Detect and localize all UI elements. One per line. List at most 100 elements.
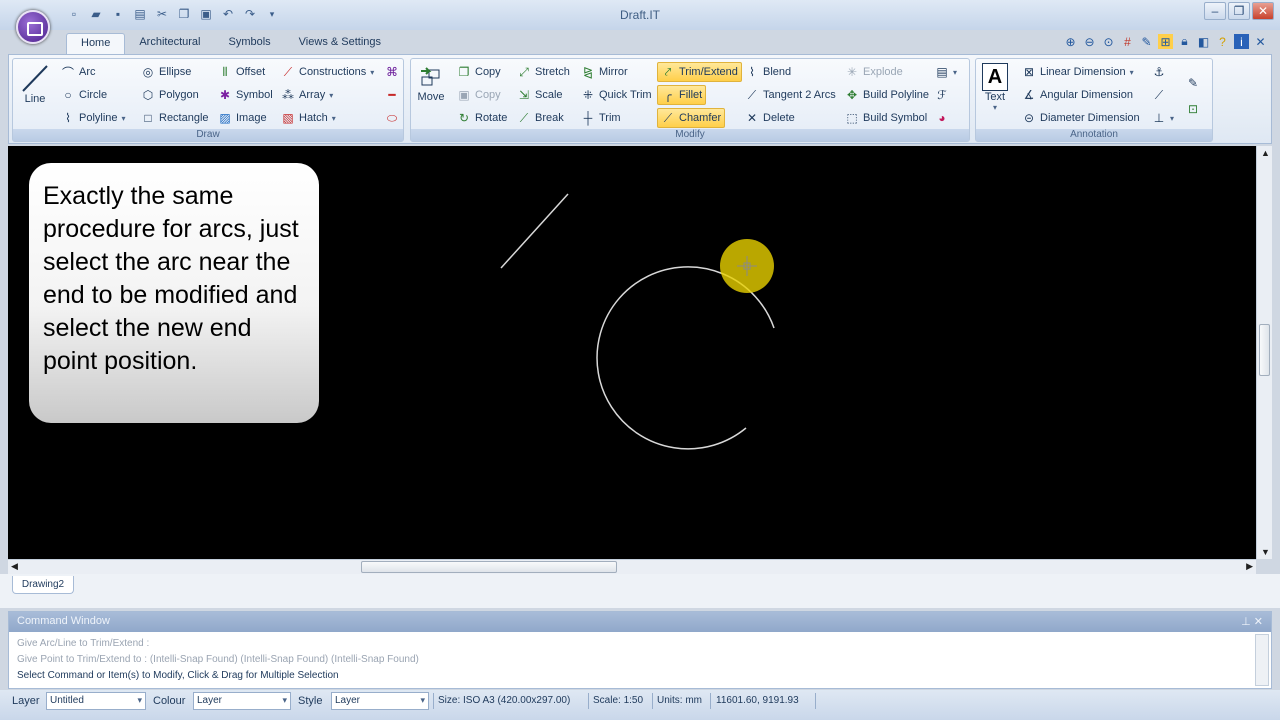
array-button[interactable]: ⁂ Array ▾: [281, 85, 333, 105]
leader-button[interactable]: ⟋: [1152, 85, 1166, 105]
stretch-button[interactable]: ⤢ Stretch: [517, 62, 570, 82]
style-label: Style: [298, 695, 323, 707]
application-menu-button[interactable]: [16, 10, 50, 44]
fillet-button[interactable]: ╭ Fillet: [657, 85, 707, 105]
anchor-button[interactable]: ⚓︎: [1152, 62, 1166, 82]
polygon-button[interactable]: ⬡ Polygon: [141, 85, 199, 105]
mirror-button[interactable]: ⧎ Mirror: [581, 62, 628, 82]
offset-button[interactable]: ⫴ Offset: [218, 62, 265, 82]
diameter-dimension-icon: ⊝: [1023, 111, 1035, 125]
copy-button[interactable]: ❐ Copy: [457, 62, 501, 82]
scale-button[interactable]: ⇲ Scale: [517, 85, 563, 105]
properties-button[interactable]: ▤ ▾: [935, 62, 957, 82]
fillet-icon: ╭: [664, 88, 672, 102]
trim-button[interactable]: ┼ Trim: [581, 108, 621, 128]
angular-dimension-button[interactable]: ∡ Angular Dimension: [1022, 85, 1133, 105]
lock-icon[interactable]: 🔒︎: [1177, 34, 1192, 49]
tab-home[interactable]: Home: [66, 33, 126, 55]
trim-extend-button[interactable]: ⤤ Trim/Extend: [657, 62, 742, 82]
move-button[interactable]: Move: [417, 65, 445, 103]
tutorial-callout: Exactly the same procedure for arcs, jus…: [29, 163, 319, 423]
pin-icon[interactable]: ⊥ ✕: [1241, 615, 1263, 628]
text-button[interactable]: A Text ▾: [982, 63, 1008, 112]
blend-button[interactable]: ⌇ Blend: [745, 62, 791, 82]
horizontal-scroll-thumb[interactable]: [361, 561, 617, 573]
centre-line-button[interactable]: ━: [385, 85, 399, 105]
horizontal-scrollbar[interactable]: ◀ ▶: [8, 559, 1256, 574]
style-select[interactable]: Layer: [331, 692, 429, 710]
diameter-dimension-button[interactable]: ⊝ Diameter Dimension: [1022, 108, 1140, 128]
scroll-down-arrow-icon[interactable]: ▼: [1261, 547, 1270, 557]
angular-dimension-label: Angular Dimension: [1040, 89, 1133, 101]
tangent-2-arcs-button[interactable]: ⟋ Tangent 2 Arcs: [745, 85, 836, 105]
drawn-arc[interactable]: [596, 266, 775, 450]
tab-views-settings[interactable]: Views & Settings: [285, 33, 395, 55]
ortho-icon[interactable]: ⊞: [1158, 34, 1173, 49]
circle-button[interactable]: ○ Circle: [61, 85, 107, 105]
symbol-button[interactable]: ✱ Symbol: [218, 85, 273, 105]
match-properties-icon: ℱ: [937, 88, 947, 102]
scroll-left-arrow-icon[interactable]: ◀: [11, 561, 18, 572]
snap-icon[interactable]: ✎: [1139, 34, 1154, 49]
revision-cloud-button[interactable]: ⬭: [385, 108, 399, 128]
build-symbol-button[interactable]: ⬚ Build Symbol: [845, 108, 927, 128]
vertical-scrollbar[interactable]: ▲ ▼: [1256, 146, 1272, 559]
image-button[interactable]: ▨ Image: [218, 108, 266, 128]
line-label: Line: [24, 93, 46, 105]
grid-icon[interactable]: #: [1120, 34, 1135, 49]
match-properties-button[interactable]: ℱ: [935, 85, 949, 105]
dropdown-arrow-icon: ▾: [953, 67, 958, 77]
tab-symbols[interactable]: Symbols: [214, 33, 284, 55]
linear-dimension-button[interactable]: ⊠ Linear Dimension ▾: [1022, 62, 1134, 82]
pen-button[interactable]: ✎: [1186, 73, 1200, 93]
insert-button[interactable]: ⊡: [1186, 99, 1200, 119]
copy-disabled-button[interactable]: ▣ Copy: [457, 85, 500, 105]
stretch-icon: ⤢: [519, 64, 529, 79]
window-title: Draft.IT: [619, 8, 660, 22]
build-polyline-button[interactable]: ✥ Build Polyline: [845, 85, 929, 105]
command-scrollbar[interactable]: [1255, 634, 1269, 686]
info-icon[interactable]: i: [1234, 34, 1249, 49]
dropdown-arrow-icon: ▾: [121, 113, 126, 123]
drawn-line[interactable]: [500, 193, 569, 269]
ellipse-button[interactable]: ◎ Ellipse: [141, 62, 192, 82]
tab-architectural[interactable]: Architectural: [125, 33, 214, 55]
scroll-right-arrow-icon[interactable]: ▶: [1246, 561, 1253, 572]
zoom-out-icon[interactable]: ⊖: [1082, 34, 1097, 49]
layers-icon[interactable]: ◧: [1196, 34, 1211, 49]
trim-extend-label: Trim/Extend: [679, 66, 738, 78]
constructions-button[interactable]: ⟋ Constructions ▾: [281, 62, 374, 82]
colour-button[interactable]: ◕: [935, 108, 949, 128]
explode-button[interactable]: ✳ Explode: [845, 62, 903, 82]
colour-select[interactable]: Layer: [193, 692, 291, 710]
tab-drawing2[interactable]: Drawing2: [12, 576, 74, 594]
close-button[interactable]: ✕: [1252, 2, 1274, 20]
maximize-button[interactable]: ❐: [1228, 2, 1250, 20]
polyline-button[interactable]: ⌇ Polyline ▾: [61, 108, 126, 128]
dropdown-arrow-icon: ▾: [370, 67, 375, 77]
command-prompt[interactable]: Select Command or Item(s) to Modify, Cli…: [17, 668, 1263, 684]
help-icon[interactable]: ?: [1215, 34, 1230, 49]
delete-button[interactable]: ✕ Delete: [745, 108, 795, 128]
minimize-button[interactable]: –: [1204, 2, 1226, 20]
ellipse-label: Ellipse: [159, 66, 192, 78]
scroll-up-arrow-icon[interactable]: ▲: [1261, 148, 1270, 158]
break-button[interactable]: ⟋ Break: [517, 108, 564, 128]
rectangle-button[interactable]: □ Rectangle: [141, 108, 208, 128]
quick-trim-button[interactable]: ⁜ Quick Trim: [581, 85, 652, 105]
command-line: Give Arc/Line to Trim/Extend :: [17, 638, 150, 649]
rotate-button[interactable]: ↻ Rotate: [457, 108, 507, 128]
line-button[interactable]: Line: [19, 63, 51, 105]
point-button[interactable]: ⌘: [385, 62, 399, 82]
window-controls: – ❐ ✕: [1204, 2, 1274, 20]
chamfer-button[interactable]: ⟋ Chamfer: [657, 108, 726, 128]
app-window: ▫ ▰ ▪ ▤ ✂ ❐ ▣ ↶ ↷ ▾ Draft.IT – ❐ ✕ Home …: [0, 0, 1280, 720]
hatch-button[interactable]: ▧ Hatch ▾: [281, 108, 335, 128]
zoom-in-icon[interactable]: ⊕: [1063, 34, 1078, 49]
layer-select[interactable]: Untitled: [46, 692, 146, 710]
vertical-scroll-thumb[interactable]: [1259, 324, 1270, 376]
zoom-extents-icon[interactable]: ⊙: [1101, 34, 1116, 49]
datum-button[interactable]: ⊥ ▾: [1152, 108, 1174, 128]
arc-button[interactable]: ⌒ Arc: [61, 62, 96, 82]
close-document-icon[interactable]: ✕: [1253, 34, 1268, 49]
